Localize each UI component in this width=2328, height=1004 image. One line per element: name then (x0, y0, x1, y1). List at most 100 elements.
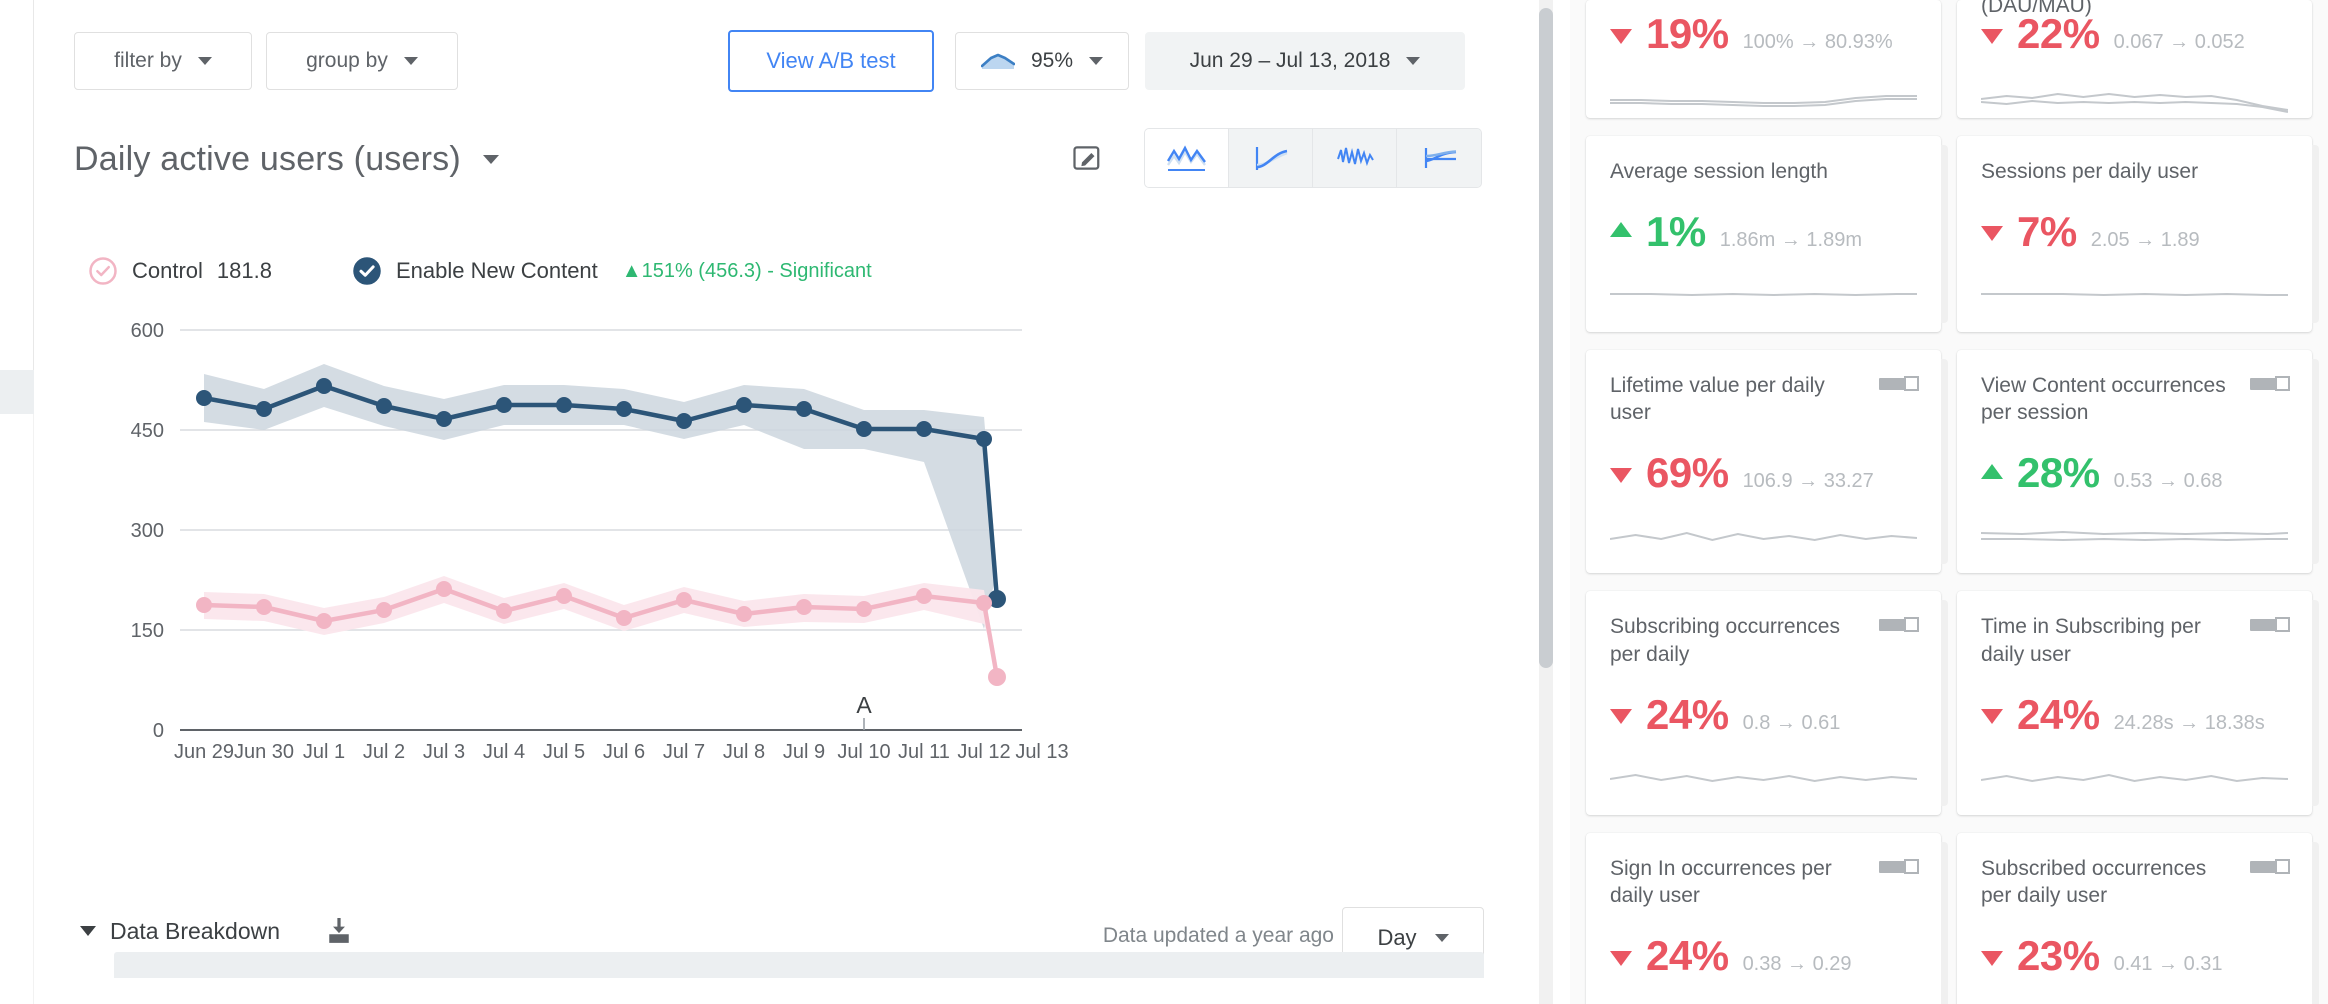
date-range-picker[interactable]: Jun 29 – Jul 13, 2018 (1145, 32, 1465, 90)
daily-active-users-line-chart[interactable]: 600 450 300 150 0 A Jun 29 Jun 30 Jul 1 … (34, 306, 1530, 926)
metric-card[interactable]: (DAU/MAU) 22% 0.067 → 0.052 (1957, 0, 2312, 118)
svg-text:Jul 12: Jul 12 (957, 741, 1010, 763)
page-title: Daily active users (users) (74, 140, 461, 178)
metrics-sidebar: 19% 100% → 80.93% (DAU/MAU) 22% 0.067 → 0.05… (1570, 0, 2328, 1004)
metric-card-sparkline (1610, 755, 1917, 797)
metric-card[interactable]: Sessions per daily user 7% 2.05 → 1.89 (1957, 136, 2319, 332)
metric-card-sparkline (1610, 74, 1917, 116)
svg-text:Jun 30: Jun 30 (234, 741, 294, 763)
arrow-down-icon (1610, 28, 1632, 44)
metric-card-stack-edge (2312, 600, 2319, 806)
chart-view-toggle-group (1144, 128, 1482, 188)
arrow-down-icon (1610, 709, 1632, 725)
toggle-square (1904, 375, 1919, 391)
arrow-up-icon (1610, 222, 1632, 238)
chart-panel: filter by group by View A/B test 95% Jun… (0, 0, 1530, 1004)
metric-card-toggle[interactable] (2250, 375, 2290, 392)
arrow-down-icon (1981, 709, 2003, 725)
confidence-level-dropdown[interactable]: 95% (955, 32, 1129, 90)
metric-card-from-to: 2.05 → 1.89 (2090, 228, 2200, 251)
metric-card-delta: 28% (2017, 449, 2100, 497)
metric-card-toggle[interactable] (2250, 617, 2290, 633)
check-circle-icon (89, 257, 117, 285)
metric-card-stack-edge (1941, 145, 1948, 323)
metric-card-delta: 24% (1646, 690, 1729, 738)
metric-card-title: Sign In occurrences per daily user (1610, 856, 1832, 908)
filter-by-dropdown[interactable]: filter by (74, 32, 252, 90)
metric-card[interactable]: Sign In occurrences per daily user 24% 0.3… (1586, 832, 1948, 1004)
data-breakdown-label: Data Breakdown (110, 917, 281, 944)
group-by-dropdown[interactable]: group by (266, 32, 458, 90)
metric-card-toggle[interactable] (1879, 858, 1919, 875)
metric-card-delta: 1% (1646, 207, 1706, 255)
check-circle-filled-icon (353, 257, 381, 285)
metric-card-from-to: 0.38 → 0.29 (1742, 953, 1852, 976)
legend-item-control[interactable]: Control 181.8 (88, 256, 272, 286)
metric-card-toggle[interactable] (2250, 858, 2290, 875)
legend-value-control: 181.8 (216, 258, 272, 283)
svg-text:150: 150 (131, 620, 164, 642)
svg-text:0: 0 (153, 720, 164, 742)
metric-card-delta-row: 24% 0.8 → 0.61 (1610, 691, 1917, 739)
metric-card-sparkline (1981, 272, 2288, 314)
filter-by-label: filter by (114, 49, 182, 72)
confidence-band-icon (980, 53, 1015, 69)
metric-card[interactable]: 19% 100% → 80.93% (1586, 0, 1941, 118)
data-breakdown-row: Data Breakdown (80, 916, 352, 946)
chevron-down-icon[interactable] (482, 155, 499, 164)
chart-view-line-button[interactable] (1145, 129, 1229, 187)
retention-curve-icon (1424, 148, 1457, 168)
chart-view-retention-button[interactable] (1397, 129, 1481, 187)
svg-text:Jun 29: Jun 29 (174, 741, 234, 763)
chart-view-cumulative-button[interactable] (1229, 129, 1313, 187)
scrollbar-thumb[interactable] (1539, 8, 1553, 668)
metric-card-toggle[interactable] (1879, 375, 1919, 392)
toggle-square (2275, 858, 2290, 874)
legend-label-control: Control (132, 258, 203, 283)
metric-card-sparkline (1981, 755, 2288, 797)
metric-card-title: Time in Subscribing per daily user (1981, 615, 2201, 666)
chevron-down-icon (80, 926, 96, 936)
toggle-bar (2250, 377, 2276, 390)
data-breakdown-toggle[interactable]: Data Breakdown (80, 918, 280, 945)
svg-text:300: 300 (131, 520, 164, 542)
legend-item-enable-new-content[interactable]: Enable New Content ▲151% (456.3) - Signi… (352, 256, 872, 286)
svg-text:Jul 8: Jul 8 (723, 741, 765, 763)
metric-card[interactable]: View Content occurrences per session 28% 0… (1957, 349, 2319, 574)
metric-card[interactable]: Lifetime value per daily user 69% 106.9 → … (1586, 349, 1948, 574)
metric-card[interactable]: Subscribed occurrences per daily user 23%… (1957, 832, 2319, 1004)
group-by-label: group by (306, 49, 388, 72)
svg-text:Jul 10: Jul 10 (837, 741, 890, 763)
metric-card-title: Lifetime value per daily user (1610, 373, 1825, 425)
legend-label-enable-new-content: Enable New Content (395, 258, 598, 283)
chart-legend: Control 181.8 Enable New Content ▲151% (… (88, 256, 872, 286)
toggle-square (1904, 858, 1919, 874)
metric-card-delta: 23% (2017, 932, 2100, 980)
download-icon[interactable] (326, 916, 352, 946)
svg-text:Jul 9: Jul 9 (783, 741, 825, 763)
x-axis-labels: Jun 29 Jun 30 Jul 1 Jul 2 Jul 3 Jul 4 Ju… (174, 741, 1069, 763)
edit-icon[interactable] (1072, 143, 1102, 173)
toggle-bar (2250, 619, 2276, 632)
view-ab-test-button[interactable]: View A/B test (728, 30, 934, 92)
annotation-label: A (856, 692, 872, 718)
metric-card-delta-row: 24% 0.38 → 0.29 (1610, 932, 1917, 980)
chevron-down-icon (1434, 934, 1449, 942)
metric-card[interactable]: Subscribing occurrences per daily 24% 0.8 … (1586, 591, 1948, 815)
metric-card-title: Subscribing occurrences per daily (1610, 615, 1840, 666)
metric-card-from-to: 106.9 → 33.27 (1742, 470, 1874, 493)
svg-text:Jul 6: Jul 6 (603, 741, 645, 763)
metric-card[interactable]: Average session length 1% 1.86m → 1.89m (1586, 136, 1948, 332)
metric-card-sparkline (1610, 272, 1917, 314)
confidence-level-label: 95% (1030, 49, 1074, 72)
chart-view-spiky-button[interactable] (1313, 129, 1397, 187)
svg-text:Jul 1: Jul 1 (303, 741, 345, 763)
chart-annotation-marker[interactable]: A (856, 692, 872, 730)
metric-card-sparkline (1981, 74, 2288, 116)
metric-card-from-to: 1.86m → 1.89m (1719, 228, 1862, 251)
svg-text:Jul 2: Jul 2 (363, 741, 405, 763)
metric-card-toggle[interactable] (1879, 617, 1919, 633)
chevron-down-icon (1406, 57, 1421, 65)
metric-card[interactable]: Time in Subscribing per daily user 24% 24.… (1957, 591, 2319, 815)
page-scrollbar[interactable] (1530, 0, 1570, 1004)
